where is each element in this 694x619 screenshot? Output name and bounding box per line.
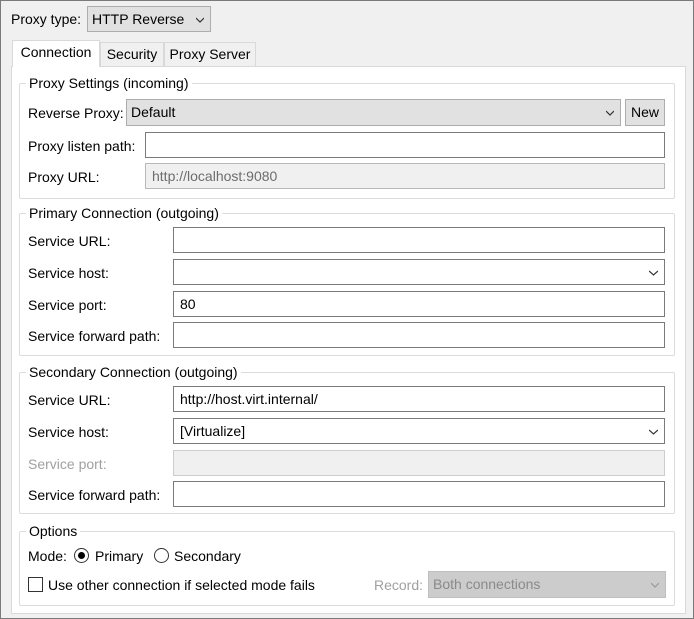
reverse-proxy-label: Reverse Proxy: bbox=[28, 105, 124, 121]
chevron-down-icon[interactable] bbox=[649, 428, 658, 436]
chevron-down-icon bbox=[196, 17, 204, 23]
chevron-down-icon bbox=[606, 110, 614, 116]
new-button-label: New bbox=[630, 104, 659, 120]
primary-connection-title: Primary Connection (outgoing) bbox=[26, 204, 222, 222]
mode-primary-label[interactable]: Primary bbox=[95, 547, 143, 565]
chevron-down-icon bbox=[651, 582, 659, 588]
proxy-url-value: http://localhost:9080 bbox=[152, 168, 278, 184]
proxy-settings-title: Proxy Settings (incoming) bbox=[26, 74, 192, 92]
chevron-down-icon[interactable] bbox=[649, 269, 658, 277]
primary-service-port-value: 80 bbox=[180, 296, 196, 312]
listen-path-label: Proxy listen path: bbox=[28, 138, 136, 154]
secondary-service-url-label: Service URL: bbox=[28, 392, 111, 408]
primary-forward-path-label: Service forward path: bbox=[28, 328, 161, 344]
primary-service-port-label: Service port: bbox=[28, 297, 107, 313]
primary-service-port-input[interactable]: 80 bbox=[173, 291, 665, 317]
fallback-label[interactable]: Use other connection if selected mode fa… bbox=[48, 576, 315, 594]
mode-primary-radio[interactable] bbox=[74, 548, 89, 563]
record-value: Both connections bbox=[433, 576, 541, 592]
tab-security[interactable]: Security bbox=[100, 42, 164, 66]
secondary-connection-title: Secondary Connection (outgoing) bbox=[26, 363, 241, 381]
primary-service-host-label: Service host: bbox=[28, 265, 109, 281]
proxy-url-label: Proxy URL: bbox=[28, 169, 100, 185]
secondary-service-port-label: Service port: bbox=[28, 456, 107, 472]
mode-secondary-radio[interactable] bbox=[154, 548, 169, 563]
new-proxy-button[interactable]: New bbox=[625, 99, 665, 126]
primary-service-url-input[interactable] bbox=[173, 227, 665, 253]
record-label: Record: bbox=[374, 577, 424, 593]
listen-path-input[interactable] bbox=[145, 132, 665, 158]
proxy-url-field: http://localhost:9080 bbox=[145, 163, 665, 189]
reverse-proxy-dropdown[interactable]: Default bbox=[126, 99, 621, 126]
reverse-proxy-value: Default bbox=[131, 104, 176, 120]
secondary-service-url-value: http://host.virt.internal/ bbox=[180, 391, 318, 407]
secondary-forward-path-input[interactable] bbox=[173, 481, 665, 507]
tab-connection[interactable]: Connection bbox=[12, 40, 100, 67]
primary-forward-path-input[interactable] bbox=[173, 322, 665, 348]
primary-service-host-combo[interactable] bbox=[173, 259, 665, 285]
tab-security-label: Security bbox=[106, 46, 158, 62]
record-dropdown: Both connections bbox=[428, 571, 666, 598]
tab-proxy-server-label: Proxy Server bbox=[169, 46, 251, 62]
options-title: Options bbox=[26, 522, 81, 540]
fallback-checkbox[interactable] bbox=[28, 577, 43, 592]
primary-service-url-label: Service URL: bbox=[28, 233, 111, 249]
proxy-type-value: HTTP Reverse bbox=[92, 11, 185, 27]
tab-proxy-server[interactable]: Proxy Server bbox=[164, 42, 256, 66]
mode-secondary-label[interactable]: Secondary bbox=[174, 547, 241, 565]
secondary-forward-path-label: Service forward path: bbox=[28, 487, 161, 503]
proxy-type-dropdown[interactable]: HTTP Reverse bbox=[87, 6, 211, 32]
proxy-type-label: Proxy type: bbox=[11, 11, 82, 27]
secondary-service-host-label: Service host: bbox=[28, 424, 109, 440]
secondary-service-host-value: [Virtualize] bbox=[180, 423, 246, 439]
secondary-service-port-input bbox=[173, 450, 665, 476]
secondary-service-url-input[interactable]: http://host.virt.internal/ bbox=[173, 386, 665, 412]
mode-label: Mode: bbox=[28, 548, 67, 564]
secondary-service-host-combo[interactable]: [Virtualize] bbox=[173, 418, 665, 444]
tab-connection-label: Connection bbox=[20, 44, 92, 60]
